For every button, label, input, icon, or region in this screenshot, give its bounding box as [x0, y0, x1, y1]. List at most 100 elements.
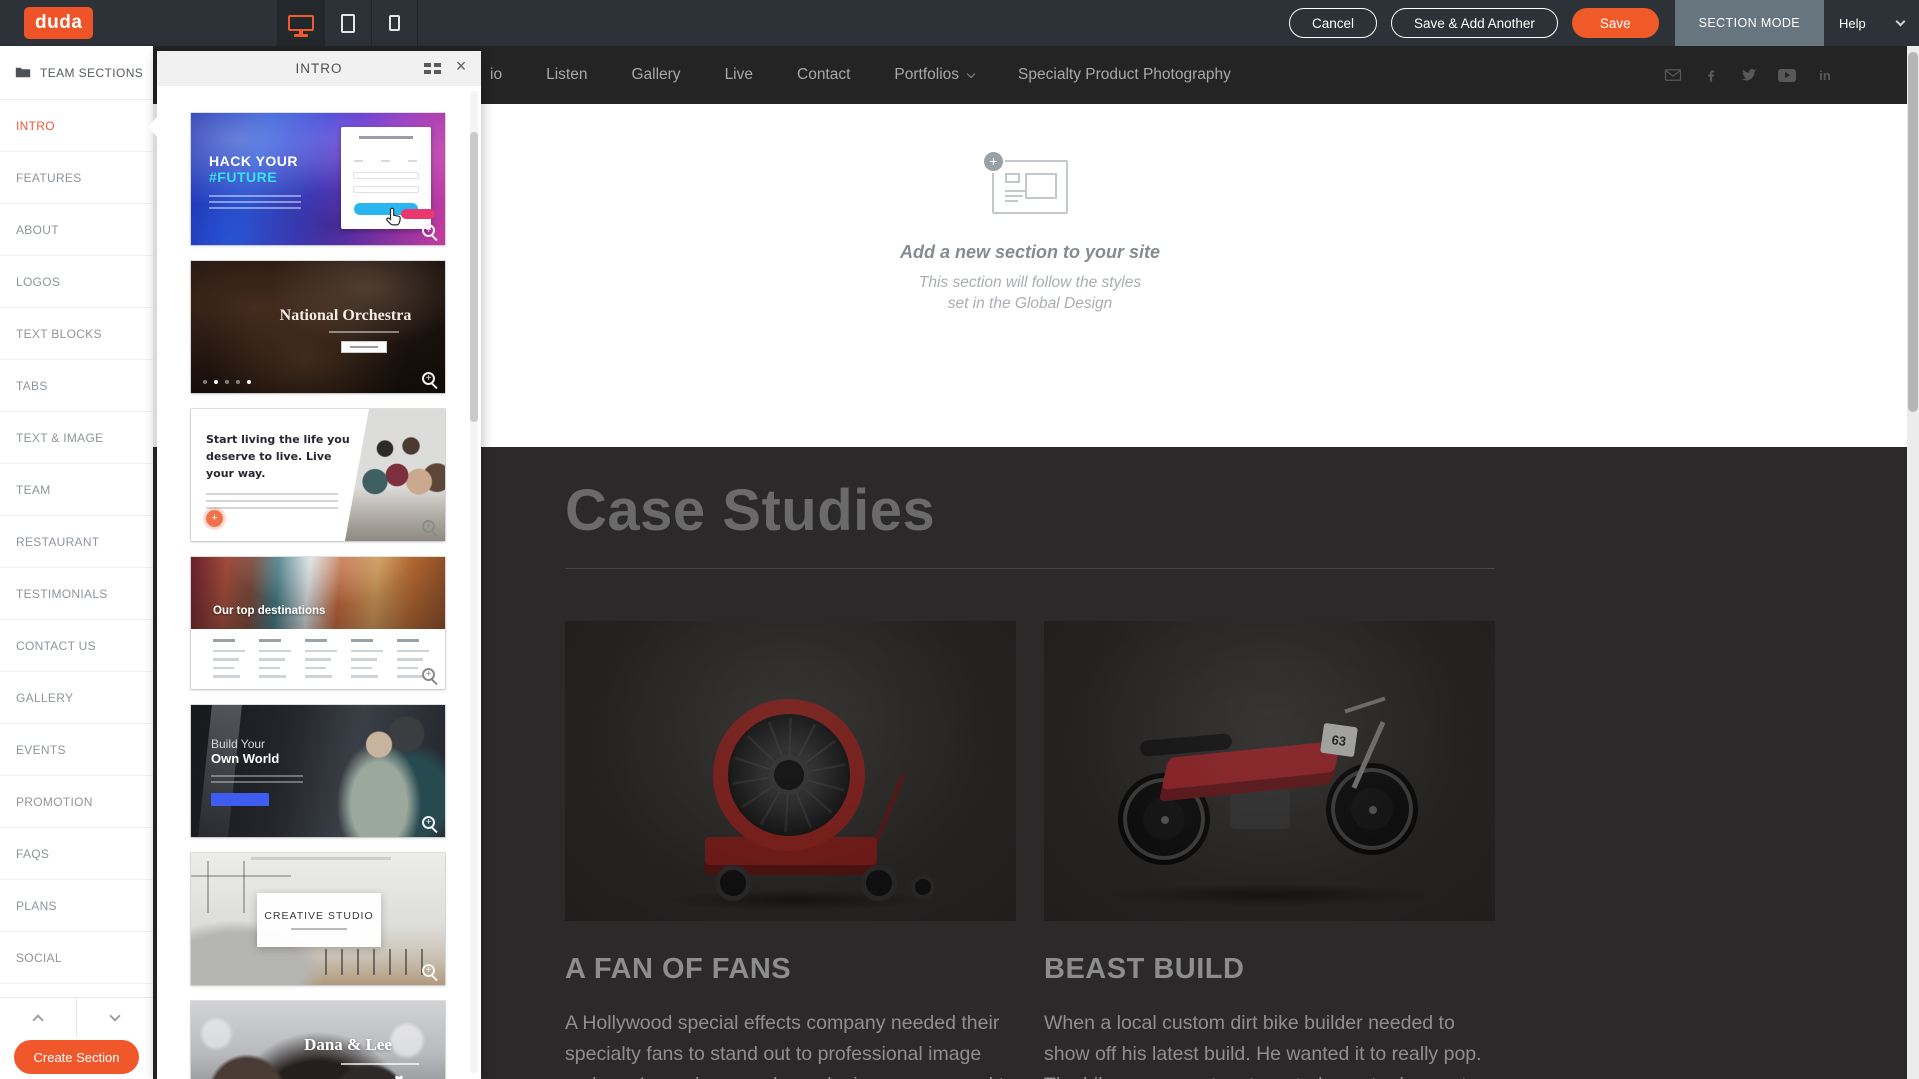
card-heading: A FAN OF FANS: [565, 953, 1016, 986]
site-nav-item-live[interactable]: Live: [725, 66, 753, 84]
chevron-up-icon: [32, 1014, 43, 1025]
save-button[interactable]: Save: [1572, 8, 1659, 38]
template-thumb-national-orchestra[interactable]: National Orchestra: [191, 261, 445, 393]
create-section-button[interactable]: Create Section: [14, 1040, 139, 1074]
zoom-in-icon: [422, 520, 435, 533]
thumb-title: Our top destinations: [213, 605, 325, 617]
facebook-icon[interactable]: [1702, 66, 1720, 84]
section-placeholder-icon: [992, 160, 1068, 214]
site-nav-item-contact[interactable]: Contact: [797, 66, 850, 84]
chevron-down-icon: [967, 69, 975, 77]
page-scrollbar-thumb[interactable]: [1908, 52, 1918, 412]
case-study-card-bike: 63 BEAST BUILD When a local custom dirt …: [1044, 621, 1495, 1079]
zoom-in-icon: [422, 224, 435, 237]
sidebar-item-social[interactable]: SOCIAL: [0, 932, 153, 984]
zoom-in-icon: [422, 668, 435, 681]
device-preview-switcher: [277, 0, 418, 46]
dirt-bike-image: 63: [1044, 621, 1495, 921]
template-thumb-hack-your-future[interactable]: HACK YOUR #FUTURE: [191, 113, 445, 245]
plus-icon: [206, 510, 223, 527]
close-icon[interactable]: [455, 56, 467, 77]
desktop-view-button[interactable]: [277, 0, 324, 46]
panel-header: INTRO: [157, 51, 481, 86]
template-thumb-creative-studio[interactable]: CREATIVE STUDIO: [191, 853, 445, 985]
help-menu[interactable]: Help: [1824, 0, 1919, 46]
site-nav-item-gallery[interactable]: Gallery: [631, 66, 680, 84]
template-thumb-top-destinations[interactable]: Our top destinations: [191, 557, 445, 689]
zoom-in-icon: [422, 372, 435, 385]
fan-machine-image: [565, 621, 1016, 921]
site-nav-item-portfolios[interactable]: Portfolios: [894, 66, 974, 84]
thumb-title: Start living the life you deserve to liv…: [206, 431, 361, 482]
thumb-title: National Orchestra: [191, 307, 445, 325]
panel-title: INTRO: [296, 61, 343, 76]
sidebar-item-events[interactable]: EVENTS: [0, 724, 153, 776]
sidebar-header: TEAM SECTIONS: [0, 46, 153, 100]
tablet-view-button[interactable]: [324, 0, 371, 46]
add-section-prompt: Add a new section to your site This sect…: [820, 160, 1240, 315]
sidebar-item-text-image[interactable]: TEXT & IMAGE: [0, 412, 153, 464]
sidebar-item-gallery[interactable]: GALLERY: [0, 672, 153, 724]
zoom-in-icon: [422, 816, 435, 829]
folder-icon: [15, 66, 31, 79]
sidebar-item-logos[interactable]: LOGOS: [0, 256, 153, 308]
chevron-down-icon: [109, 1010, 120, 1021]
monitor-icon: [288, 15, 314, 31]
mobile-view-button[interactable]: [371, 0, 418, 46]
case-studies-heading: Case Studies: [565, 477, 1495, 544]
linkedin-icon[interactable]: [1816, 66, 1834, 84]
mouse-cursor-hand: [381, 205, 405, 229]
thumb-title: Build Your: [211, 737, 279, 751]
scroll-down-button[interactable]: [76, 998, 153, 1037]
cta-button-shape: [211, 793, 269, 806]
plus-icon: [982, 150, 1005, 173]
panel-scrollbar-thumb[interactable]: [470, 132, 478, 422]
template-thumb-start-living[interactable]: Start living the life you deserve to liv…: [191, 409, 445, 541]
sidebar-item-promotion[interactable]: PROMOTION: [0, 776, 153, 828]
sidebar-item-testimonials[interactable]: TESTIMONIALS: [0, 568, 153, 620]
site-nav-item-specialty[interactable]: Specialty Product Photography: [1018, 66, 1231, 84]
template-thumb-dana-and-lee[interactable]: Dana & Lee: [191, 1001, 445, 1079]
divider: [565, 568, 1495, 569]
sidebar-item-about[interactable]: ABOUT: [0, 204, 153, 256]
links-table: [213, 639, 429, 684]
sidebar-item-plans[interactable]: PLANS: [0, 880, 153, 932]
youtube-icon[interactable]: [1778, 66, 1796, 84]
thumb-title: CREATIVE STUDIO: [264, 910, 373, 922]
chevron-down-icon: [1896, 17, 1906, 27]
add-section-subtitle: This section will follow the styles set …: [820, 273, 1240, 315]
sidebar-item-text-blocks[interactable]: TEXT BLOCKS: [0, 308, 153, 360]
panel-scrollbar: [470, 91, 478, 1073]
sidebar-scroll-arrows: [0, 997, 153, 1037]
bike-number-plate: 63: [1320, 723, 1358, 757]
sidebar-item-intro[interactable]: INTRO: [0, 100, 153, 152]
thumb-title: Dana & Lee: [191, 1035, 445, 1055]
heart-icon: [395, 1075, 403, 1079]
sidebar-item-faqs[interactable]: FAQS: [0, 828, 153, 880]
card-body: A Hollywood special effects company need…: [565, 1008, 1016, 1079]
sidebar-item-restaurant[interactable]: RESTAURANT: [0, 516, 153, 568]
email-icon[interactable]: [1664, 66, 1682, 84]
template-thumb-build-your-own-world[interactable]: Build Your Own World: [191, 705, 445, 837]
card-body: When a local custom dirt bike builder ne…: [1044, 1008, 1495, 1079]
case-study-card-fan: A FAN OF FANS A Hollywood special effect…: [565, 621, 1016, 1079]
template-thumbnail-list: HACK YOUR #FUTURE National Orchestra: [157, 86, 481, 1079]
panel-pointer-notch: [148, 117, 157, 137]
add-section-title: Add a new section to your site: [820, 242, 1240, 263]
sidebar-item-team[interactable]: TEAM: [0, 464, 153, 516]
sidebar-item-features[interactable]: FEATURES: [0, 152, 153, 204]
cancel-button[interactable]: Cancel: [1289, 8, 1377, 38]
scroll-up-button[interactable]: [0, 998, 76, 1037]
editor-stage: io Listen Gallery Live Contact Portfolio…: [0, 0, 1919, 1079]
site-nav-item-listen[interactable]: Listen: [546, 66, 587, 84]
sidebar-item-contact-us[interactable]: CONTACT US: [0, 620, 153, 672]
save-add-another-button[interactable]: Save & Add Another: [1391, 8, 1558, 38]
grid-view-icon[interactable]: [424, 63, 440, 75]
duda-logo[interactable]: duda: [24, 7, 93, 39]
twitter-icon[interactable]: [1740, 66, 1758, 84]
sidebar-item-tabs[interactable]: TABS: [0, 360, 153, 412]
thumb-title: HACK YOUR: [209, 153, 298, 169]
phone-icon: [389, 15, 400, 31]
street-photo: [191, 557, 445, 629]
site-nav-item-partial[interactable]: io: [490, 66, 502, 84]
